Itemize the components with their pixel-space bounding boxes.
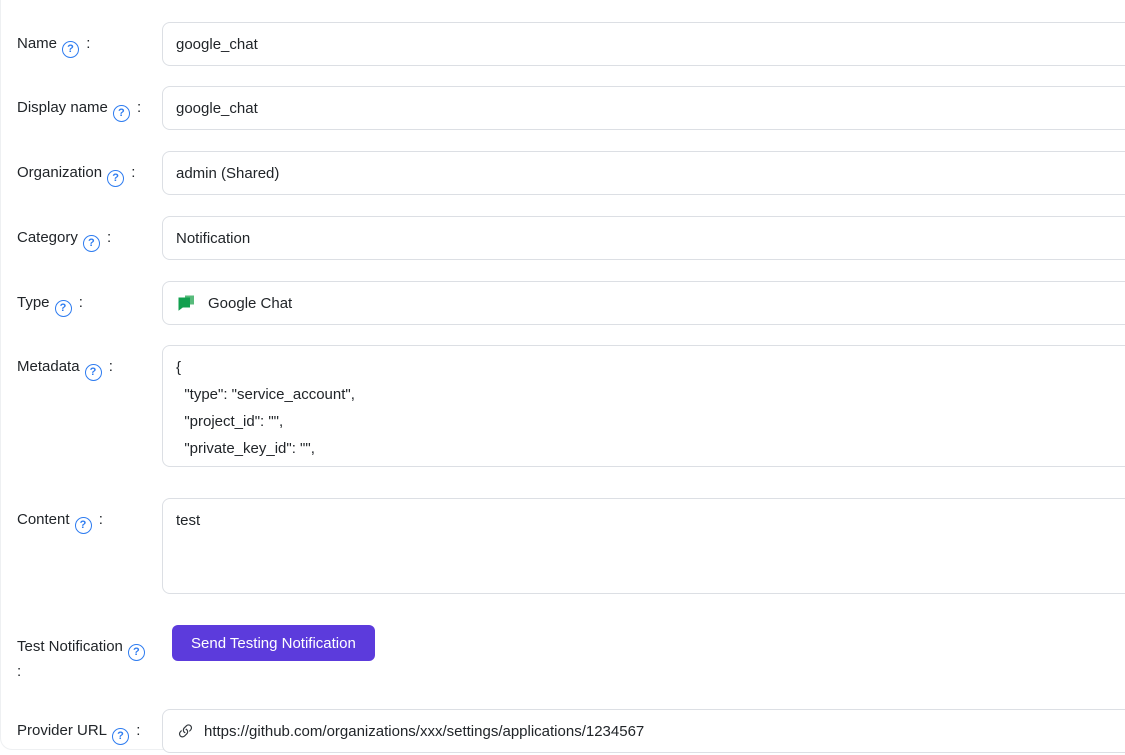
test-notification-label: Test Notification? :: [16, 625, 162, 682]
type-value: Google Chat: [208, 295, 292, 312]
metadata-textarea[interactable]: { "type": "service_account", "project_id…: [162, 345, 1125, 467]
display-name-input[interactable]: [162, 86, 1125, 130]
content-textarea[interactable]: test: [162, 498, 1125, 594]
form-row-category: Category? :: [16, 216, 1125, 260]
send-testing-notification-button[interactable]: Send Testing Notification: [172, 625, 375, 661]
metadata-label: Metadata? :: [16, 345, 162, 381]
help-icon[interactable]: ?: [85, 364, 102, 381]
name-label: Name? :: [16, 22, 162, 58]
form-card: Name? : Display name? : Organization? :: [0, 0, 1125, 750]
link-icon: [176, 722, 195, 741]
help-icon[interactable]: ?: [83, 235, 100, 252]
form-row-content: Content? : test: [16, 498, 1125, 599]
help-icon[interactable]: ?: [113, 105, 130, 122]
type-label: Type? :: [16, 281, 162, 317]
help-icon[interactable]: ?: [107, 170, 124, 187]
help-icon[interactable]: ?: [112, 728, 129, 745]
google-chat-icon: [176, 293, 196, 313]
organization-input[interactable]: [162, 151, 1125, 195]
organization-label: Organization? :: [16, 151, 162, 187]
help-icon[interactable]: ?: [55, 300, 72, 317]
category-input[interactable]: [162, 216, 1125, 260]
help-icon[interactable]: ?: [62, 41, 79, 58]
type-select[interactable]: Google Chat: [162, 281, 1125, 325]
help-icon[interactable]: ?: [75, 517, 92, 534]
provider-url-input[interactable]: https://github.com/organizations/xxx/set…: [162, 709, 1125, 753]
provider-url-value: https://github.com/organizations/xxx/set…: [204, 723, 644, 740]
provider-url-label: Provider URL? :: [16, 709, 162, 745]
form-row-metadata: Metadata? : { "type": "service_account",…: [16, 345, 1125, 472]
help-icon[interactable]: ?: [128, 644, 145, 661]
form-row-test-notification: Test Notification? : Send Testing Notifi…: [16, 625, 1125, 682]
category-label: Category? :: [16, 216, 162, 252]
content-label: Content? :: [16, 498, 162, 534]
display-name-label: Display name? :: [16, 86, 162, 122]
form-row-type: Type? : Google Chat: [16, 281, 1125, 325]
form-row-organization: Organization? :: [16, 151, 1125, 195]
page: Name? : Display name? : Organization? :: [0, 0, 1125, 755]
form-row-name: Name? :: [16, 22, 1125, 66]
form-row-provider-url: Provider URL? : https://github.com/organ…: [16, 709, 1125, 753]
form-row-display-name: Display name? :: [16, 86, 1125, 130]
name-input[interactable]: [162, 22, 1125, 66]
